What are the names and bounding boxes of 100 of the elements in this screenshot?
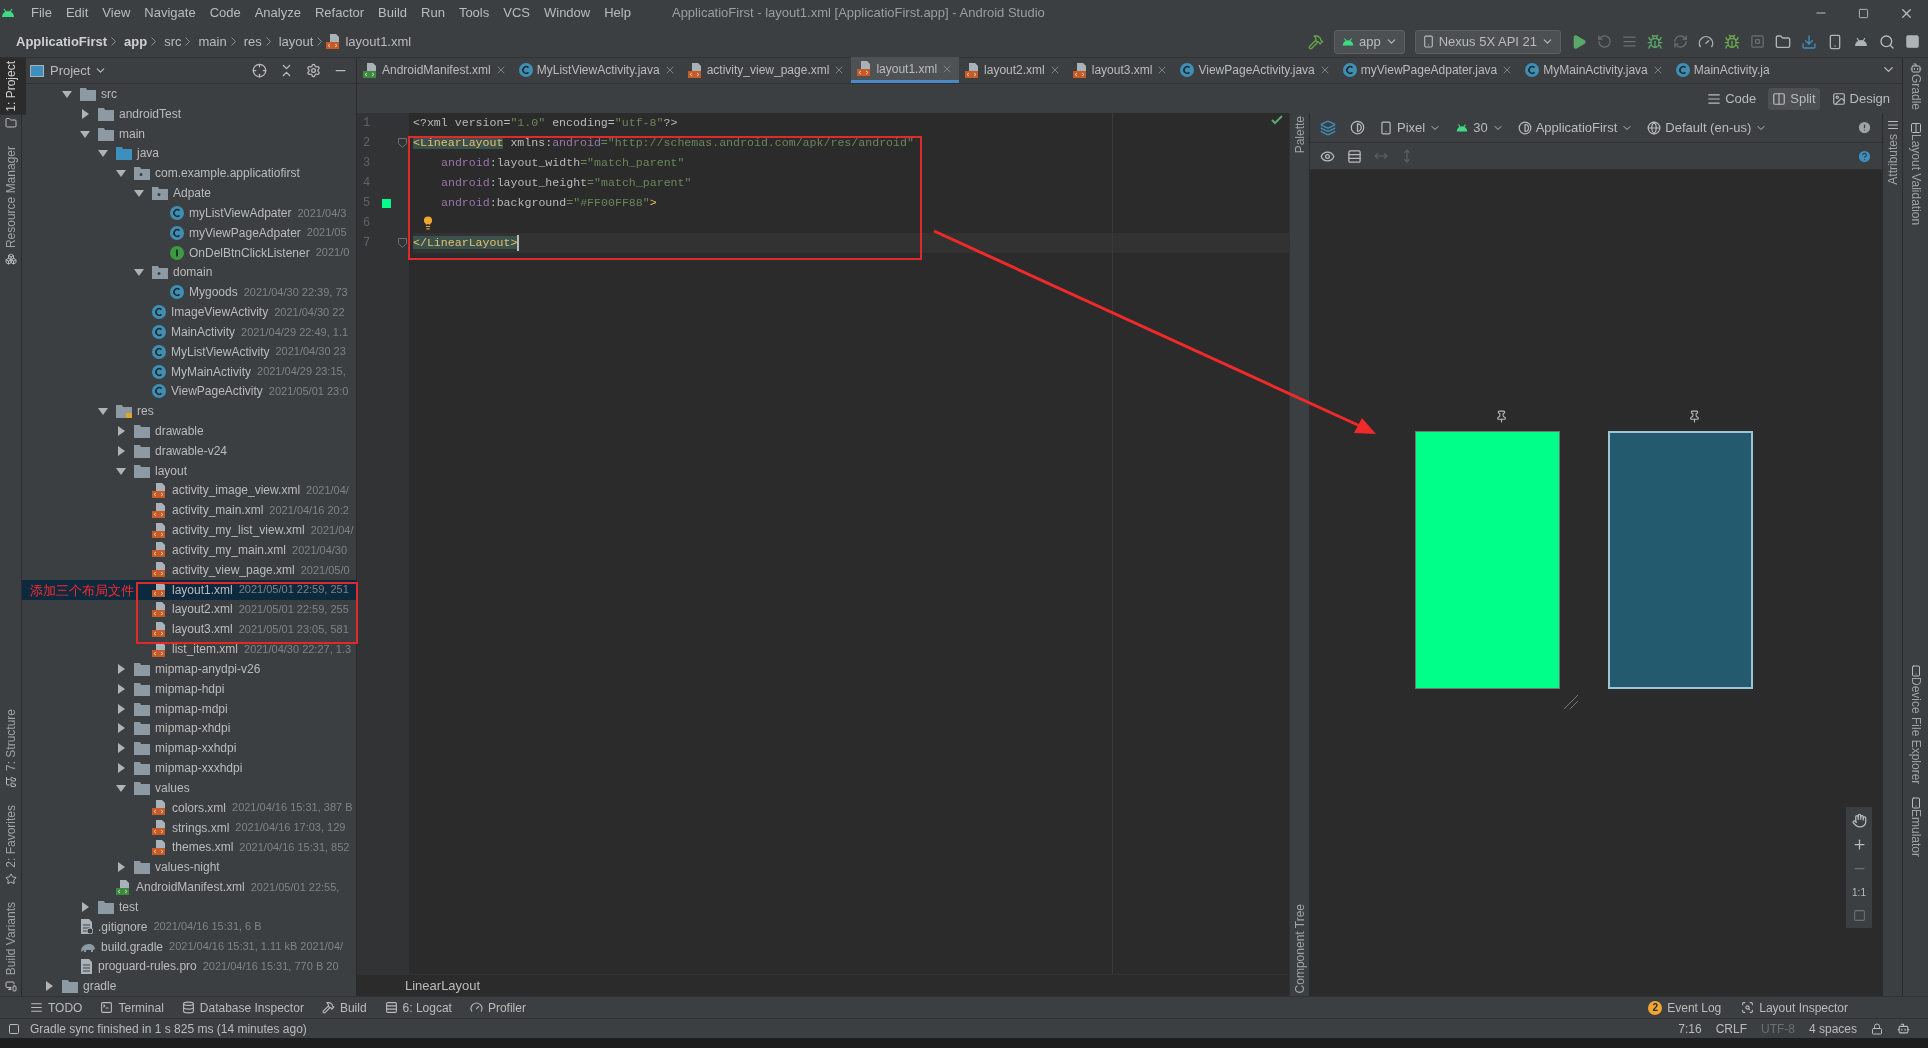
tool-window-tab[interactable]: Component Tree [1284, 900, 1315, 996]
fold-icon[interactable] [398, 238, 407, 248]
menu-item[interactable]: Refactor [313, 3, 366, 23]
tree-item[interactable]: drawable-v24 [22, 440, 356, 461]
breadcrumb-item[interactable]: main [198, 31, 227, 52]
layers-icon[interactable] [1320, 119, 1336, 136]
menu-item[interactable]: View [101, 3, 132, 23]
editor-tab[interactable]: layout1.xml [851, 57, 960, 83]
tree-item[interactable]: MainActivity 2021/04/29 22:49, 1.1 [22, 321, 356, 342]
expand-arrow-icon[interactable] [116, 445, 126, 456]
tree-item[interactable]: ViewPageActivity 2021/05/01 23:0 [22, 381, 356, 402]
menu-item[interactable]: Analyze [253, 3, 302, 23]
device-dropdown[interactable]: Nexus 5X API 21 [1414, 29, 1561, 54]
blueprint-icon[interactable] [1347, 148, 1362, 164]
square-icon[interactable] [1905, 34, 1920, 49]
resize-handle-icon[interactable] [1563, 694, 1579, 710]
tree-item[interactable]: res [22, 401, 356, 422]
eye-icon[interactable] [1320, 148, 1335, 164]
expand-arrow-icon[interactable] [80, 901, 90, 912]
settings-icon[interactable] [306, 63, 321, 78]
tree-item[interactable]: MyMainActivity 2021/04/29 23:15, [22, 361, 356, 382]
tool-window-button[interactable]: TODO [30, 998, 83, 1017]
expand-arrow-icon[interactable] [134, 267, 144, 278]
tree-item[interactable]: main [22, 123, 356, 144]
status-item[interactable]: 7:16 [1678, 1019, 1702, 1038]
view-mode-button[interactable]: Split [1768, 87, 1820, 110]
tree-item[interactable]: layout3.xml 2021/05/01 23:05, 581 [22, 619, 356, 640]
editor-tab[interactable]: MyListViewActivity.java [512, 57, 682, 83]
fold-icon[interactable] [398, 138, 407, 148]
editor-tab[interactable]: MainActivity.ja [1669, 57, 1776, 83]
bulb-icon[interactable] [421, 216, 435, 230]
editor-tab[interactable]: layout2.xml [959, 57, 1067, 83]
menu-item[interactable]: Code [208, 3, 242, 23]
tree-item[interactable]: ImageViewActivity 2021/04/30 22 [22, 302, 356, 322]
menu-item[interactable]: VCS [502, 3, 531, 23]
panel-toggle-icon[interactable] [8, 1022, 20, 1035]
tree-item[interactable]: mipmap-anydpi-v26 [22, 659, 356, 679]
tree-item[interactable]: MyListViewActivity 2021/04/30 23 [22, 341, 356, 362]
breadcrumb-item[interactable]: layout [278, 31, 314, 52]
expand-arrow-icon[interactable] [44, 981, 54, 992]
tree-item[interactable]: activity_main.xml 2021/04/16 20:2 [22, 500, 356, 521]
editor-tab[interactable]: ViewPageActivity.java [1174, 57, 1337, 83]
menu-item[interactable]: Navigate [143, 3, 197, 23]
restore-icon[interactable] [1858, 7, 1869, 19]
tree-item[interactable]: values [22, 778, 356, 798]
editor-tab[interactable]: layout3.xml [1066, 57, 1175, 83]
warning-icon[interactable] [1857, 120, 1872, 135]
expand-arrow-icon[interactable] [116, 703, 126, 714]
menu-item[interactable]: Edit [64, 3, 90, 23]
hammer-icon[interactable] [1308, 33, 1324, 50]
locate-icon[interactable] [252, 63, 267, 78]
menu-item[interactable]: Tools [457, 3, 491, 23]
view-mode-button[interactable]: Design [1827, 87, 1894, 110]
search-icon[interactable] [1879, 33, 1895, 50]
menu-item[interactable]: Help [603, 3, 632, 23]
tool-window-button[interactable]: Profiler [469, 998, 526, 1017]
pan-icon[interactable] [1851, 813, 1867, 828]
tool-window-tab[interactable]: Gradle [1902, 74, 1928, 111]
gauge-icon[interactable] [1698, 33, 1714, 50]
tool-window-tab[interactable]: Device File Explorer [1902, 677, 1928, 785]
expand-arrow-icon[interactable] [80, 108, 90, 119]
editor-tab[interactable]: activity_view_page.xml [681, 57, 852, 83]
tree-item[interactable]: 添加三个布局文件 layout1.xml 2021/05/01 22:59, 251 [22, 579, 356, 600]
tree-item[interactable]: activity_view_page.xml 2021/05/0 [22, 559, 356, 580]
editor-tab[interactable]: AndroidManifest.xml [357, 57, 513, 83]
zoom-reset-button[interactable]: 1:1 [1852, 885, 1866, 900]
expand-arrow-icon[interactable] [98, 406, 108, 417]
tool-window-button[interactable]: 6: Logcat [384, 998, 452, 1017]
tool-window-button[interactable]: Database Inspector [181, 998, 304, 1017]
attach-debugger-icon[interactable] [1724, 33, 1740, 50]
tool-window-tab[interactable]: 1: Project [0, 58, 26, 115]
tree-item[interactable]: AndroidManifest.xml 2021/05/01 22:55, [22, 877, 356, 897]
design-dropdown[interactable]: ApplicatioFirst [1517, 117, 1634, 138]
breadcrumb-item[interactable]: src [164, 31, 182, 52]
expand-arrow-icon[interactable] [116, 168, 126, 179]
tree-item[interactable]: drawable [22, 421, 356, 441]
expand-arrow-icon[interactable] [98, 148, 108, 159]
design-dropdown[interactable]: 30 [1455, 117, 1504, 138]
debug-icon[interactable] [1647, 33, 1663, 50]
breadcrumb-item[interactable]: LinearLayout [405, 975, 481, 996]
tool-window-button[interactable]: Build [321, 998, 367, 1017]
editor-tab[interactable]: myViewPageAdpater.java [1336, 57, 1520, 83]
status-item[interactable]: 4 spaces [1808, 1019, 1857, 1038]
expand-arrow-icon[interactable] [134, 188, 144, 199]
design-dropdown[interactable]: Default (en-us) [1647, 117, 1768, 138]
lock-icon[interactable] [1871, 1022, 1883, 1035]
expand-arrow-icon[interactable] [116, 683, 126, 694]
tree-item[interactable]: activity_my_main.xml 2021/04/30 [22, 540, 356, 560]
help-icon[interactable] [1857, 148, 1872, 164]
run-icon[interactable] [1571, 33, 1587, 50]
expand-arrow-icon[interactable] [116, 723, 126, 734]
tree-item[interactable]: activity_my_list_view.xml 2021/04/ [22, 520, 356, 541]
tool-window-button[interactable]: 2 Event Log [1648, 998, 1722, 1017]
tool-window-tab[interactable]: Palette [1284, 113, 1315, 157]
menu-item[interactable]: Run [420, 3, 446, 23]
expand-arrow-icon[interactable] [116, 465, 126, 476]
editor-tab[interactable]: MyMainActivity.java [1519, 57, 1670, 83]
expand-arrow-icon[interactable] [80, 128, 90, 139]
expand-arrow-icon[interactable] [116, 862, 126, 873]
zoom-in-icon[interactable] [1851, 837, 1867, 852]
